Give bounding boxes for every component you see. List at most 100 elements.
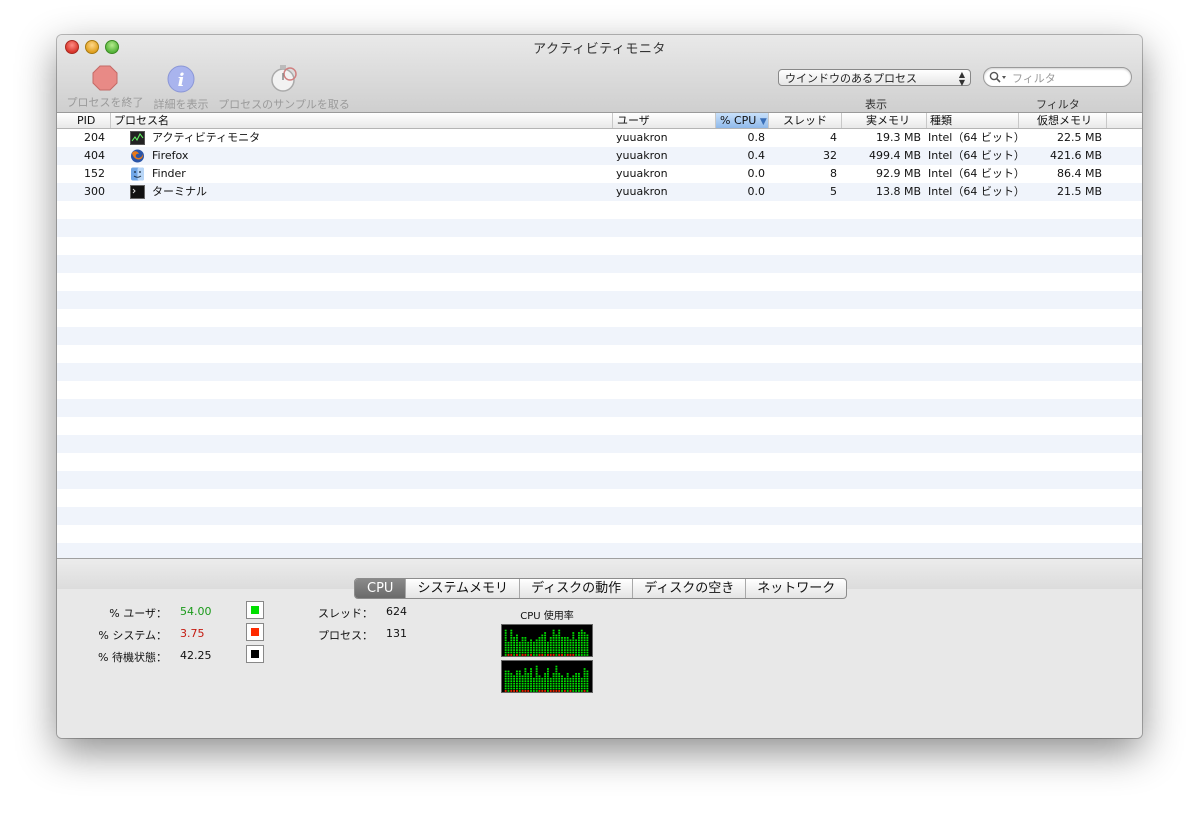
cpu-history-cell xyxy=(549,637,552,639)
cpu-history-cell xyxy=(563,649,566,651)
cell-threads: 4 xyxy=(830,131,837,144)
empty-row xyxy=(57,363,1142,381)
user-color-well[interactable] xyxy=(246,601,264,619)
cpu-history-cell xyxy=(552,690,555,692)
cpu-history-cell xyxy=(583,687,586,690)
cpu-history-cell xyxy=(524,644,527,647)
show-processes-popup[interactable]: ウインドウのあるプロセス ▲ ▼ xyxy=(778,69,971,87)
table-row[interactable]: 404 Firefox yuuakron 0.4 32 499.4 MB Intel（64 … xyxy=(57,147,1142,165)
cpu-history-cell xyxy=(558,632,561,634)
cpu-history-cell xyxy=(535,675,538,678)
cpu-history-cell xyxy=(521,649,524,651)
cpu-history-cell xyxy=(518,651,521,654)
table-row[interactable]: 152 Finder yuuakron 0.0 8 92.9 MB Intel（64 ビット… xyxy=(57,165,1142,183)
cpu-history-cell xyxy=(524,673,527,675)
inspect-button[interactable]: i 詳細を表示 xyxy=(151,65,211,112)
cpu-history-cell xyxy=(535,641,538,644)
cpu-history-cell xyxy=(569,682,572,685)
cpu-history-cell xyxy=(535,680,538,683)
col-real-memory[interactable]: 実メモリ xyxy=(841,113,926,128)
system-color-well[interactable] xyxy=(246,623,264,641)
table-row[interactable]: 204 アクティビティモニタ yuuakron 0.8 4 19.3 MB Intel（64… xyxy=(57,129,1142,147)
empty-row xyxy=(57,345,1142,363)
table-row[interactable]: 300 ターミナル yuuakron 0.0 5 13.8 MB Intel（64 ビット）… xyxy=(57,183,1142,201)
cpu-history-cell xyxy=(530,641,532,644)
cpu-history-cell xyxy=(504,634,507,637)
cpu-history-cell xyxy=(530,685,532,687)
cpu-history-cell xyxy=(535,670,538,673)
cpu-history-cell xyxy=(516,641,518,644)
stop-sign-icon xyxy=(92,65,118,91)
cpu-history-cell xyxy=(504,687,507,690)
cpu-history-cell xyxy=(578,685,580,687)
cpu-history-cell xyxy=(510,675,513,678)
tab-cpu[interactable]: CPU xyxy=(355,579,406,598)
cell-user: yuuakron xyxy=(616,167,668,180)
quit-process-button[interactable]: プロセスを終了 xyxy=(65,65,145,110)
cell-pid: 152 xyxy=(84,167,105,180)
cpu-history-cell xyxy=(555,646,558,649)
cpu-history-cell xyxy=(530,677,532,680)
cpu-history-cell xyxy=(583,668,586,670)
cpu-history-cell xyxy=(578,634,580,637)
cpu-history-cell xyxy=(586,651,589,654)
cpu-history-cell xyxy=(507,690,510,692)
cpu-history-cell xyxy=(538,690,541,692)
empty-row xyxy=(57,291,1142,309)
cpu-history-cell xyxy=(516,680,518,683)
search-icon xyxy=(989,71,1006,83)
col-kind[interactable]: 種類 xyxy=(926,113,1018,128)
cpu-history-cell xyxy=(535,654,538,656)
idle-color-well[interactable] xyxy=(246,645,264,663)
filter-search-field[interactable] xyxy=(983,67,1132,87)
cpu-history-cell xyxy=(535,665,538,668)
cpu-history-cell xyxy=(504,680,507,683)
cpu-history-cell xyxy=(504,690,507,692)
cpu-history-cell xyxy=(566,641,569,644)
cpu-history-cell xyxy=(578,649,580,651)
cpu-history-cell xyxy=(563,687,566,690)
cpu-history-cell xyxy=(572,644,575,647)
cpu-history-cell xyxy=(510,687,513,690)
cpu-history-cell xyxy=(527,687,530,690)
cpu-history-cell xyxy=(552,641,555,644)
cpu-history-cell xyxy=(504,670,507,673)
cpu-history-cell xyxy=(527,651,530,654)
cpu-history-cell xyxy=(524,675,527,678)
cell-user: yuuakron xyxy=(616,185,668,198)
tab-disk-usage[interactable]: ディスクの空き xyxy=(632,579,745,598)
cpu-history-cell xyxy=(541,641,544,644)
cpu-history-cell xyxy=(541,649,544,651)
col-process-name[interactable]: プロセス名 xyxy=(110,113,612,128)
col-threads[interactable]: スレッド xyxy=(768,113,841,128)
firefox-icon xyxy=(130,149,145,163)
cell-process-name: Firefox xyxy=(152,149,189,162)
cpu-history-cell xyxy=(555,690,558,692)
cpu-history-cell xyxy=(524,685,527,687)
stopwatch-icon xyxy=(271,65,297,92)
cpu-history-cell xyxy=(524,680,527,683)
tab-system-memory[interactable]: システムメモリ xyxy=(405,579,519,598)
sample-process-button[interactable]: プロセスのサンプルを取る xyxy=(217,65,351,112)
cpu-history-cell xyxy=(544,687,547,690)
cpu-history-cell xyxy=(516,651,518,654)
cpu-history-cell xyxy=(532,646,535,649)
cpu-history-cell xyxy=(555,641,558,644)
filter-input[interactable] xyxy=(1010,69,1129,87)
cpu-history-cell xyxy=(516,637,518,639)
col-user[interactable]: ユーザ xyxy=(612,113,715,128)
cpu-history-cell xyxy=(521,687,524,690)
cpu-history-cell xyxy=(555,682,558,685)
col-pid[interactable]: PID xyxy=(57,113,110,128)
col-virtual-memory[interactable]: 仮想メモリ xyxy=(1018,113,1106,128)
cpu-history-cell xyxy=(572,687,575,690)
col-cpu[interactable]: % CPU ▼ xyxy=(715,113,768,128)
tab-disk-activity[interactable]: ディスクの動作 xyxy=(519,579,632,598)
cpu-history-cell xyxy=(507,644,510,647)
cpu-history-cell xyxy=(538,649,541,651)
cpu-history-cell xyxy=(535,646,538,649)
tab-network[interactable]: ネットワーク xyxy=(745,579,846,598)
cpu-history-cell xyxy=(547,646,549,649)
cpu-history-cell xyxy=(541,677,544,680)
cpu-history-cell xyxy=(583,670,586,673)
